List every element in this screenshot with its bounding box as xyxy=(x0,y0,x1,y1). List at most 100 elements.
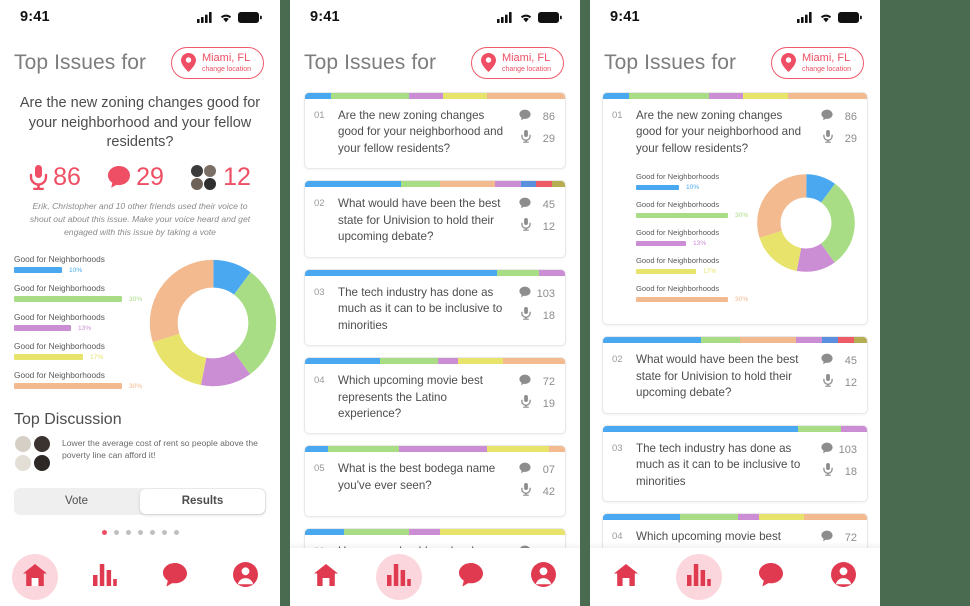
home-icon xyxy=(22,563,48,592)
friends-note: Erik, Christopher and 10 other friends u… xyxy=(29,200,251,238)
segment xyxy=(401,181,441,188)
toggle-results[interactable]: Results xyxy=(140,488,265,514)
metric-voices: 42 xyxy=(513,483,555,501)
stat-voices[interactable]: 86 xyxy=(29,163,81,192)
expanded-results: Good for Neighborhoods 10% Good for Neighb… xyxy=(603,168,867,324)
status-bar: 9:41 xyxy=(290,0,580,34)
legend-item-bar xyxy=(636,297,728,303)
location-city: Miami, FL xyxy=(501,52,551,65)
location-chip[interactable]: Miami, FL change location xyxy=(170,47,264,79)
tab-profile[interactable] xyxy=(521,554,567,600)
location-city: Miami, FL xyxy=(201,52,251,65)
tab-bar-chart[interactable] xyxy=(675,554,722,600)
tab-comment-bubble[interactable] xyxy=(152,554,198,600)
issue-question: What would have been the best state for … xyxy=(338,197,501,244)
page-dot[interactable] xyxy=(161,529,167,535)
issues-list-expanded: 01 Are the new zoning changes good for yo… xyxy=(590,86,880,564)
issue-question: The tech industry has done as much as it… xyxy=(338,285,503,332)
change-location-link[interactable]: change location xyxy=(202,66,251,73)
segment xyxy=(305,93,331,99)
stat-friends[interactable]: 12 xyxy=(190,163,251,192)
metric-voices-value: 12 xyxy=(844,377,857,390)
location-chip[interactable]: Miami, FL change location xyxy=(470,47,564,79)
chart-legend: Good for Neighborhoods 10% Good for Neighb… xyxy=(636,172,754,312)
tab-home[interactable] xyxy=(12,554,58,600)
issue-card[interactable]: 04 Which upcoming movie best represents t… xyxy=(304,357,566,435)
legend-item-label: Good for Neighborhoods xyxy=(636,172,720,182)
page-dot[interactable] xyxy=(137,529,143,535)
issue-card[interactable]: 01 Are the new zoning changes good for yo… xyxy=(602,92,868,326)
issue-segment-bar xyxy=(305,269,565,276)
battery-icon xyxy=(838,11,862,23)
issue-card[interactable]: 02 What would have been the best state fo… xyxy=(602,336,868,414)
tab-bar-chart[interactable] xyxy=(375,554,422,600)
top-discussion-row[interactable]: Lower the average cost of rent so people… xyxy=(0,434,280,472)
issue-metrics: 45 12 xyxy=(513,196,555,245)
page-dot[interactable] xyxy=(113,529,119,535)
legend-item-percent: 30% xyxy=(129,382,143,390)
tab-home[interactable] xyxy=(303,554,349,600)
comment-bubble-icon xyxy=(519,108,531,126)
bottom-tab-bar xyxy=(0,548,280,606)
legend-item: Good for Neighborhoods 30% xyxy=(14,370,146,390)
stat-comments[interactable]: 29 xyxy=(107,163,164,192)
phone-panel-1: 9:41 Top Issues for Miami, FL change loc… xyxy=(0,0,280,606)
segment xyxy=(603,337,701,344)
legend-item-label: Good for Neighborhoods xyxy=(636,200,720,210)
phone-panel-2: 9:41 Top Issues for Miami, FL change loc… xyxy=(290,0,580,606)
tab-bar-chart[interactable] xyxy=(82,554,128,600)
issue-card[interactable]: 03 The tech industry has done as much as … xyxy=(304,268,566,347)
app-header: Top Issues for Miami, FL change location xyxy=(590,34,880,86)
screenshot-root: 9:41 Top Issues for Miami, FL change loc… xyxy=(0,0,970,606)
page-dot[interactable] xyxy=(149,529,155,535)
issue-card[interactable]: 01 Are the new zoning changes good for yo… xyxy=(304,92,566,170)
segment xyxy=(380,358,438,365)
map-pin-icon xyxy=(780,53,796,73)
metric-comments-value: 07 xyxy=(542,464,555,477)
issue-card[interactable]: 05 What is the best bodega name you've ev… xyxy=(304,445,566,518)
metric-comments-value: 45 xyxy=(542,199,555,212)
metric-comments: 45 xyxy=(513,196,555,214)
metric-comments: 45 xyxy=(815,352,857,370)
segment xyxy=(740,337,796,344)
issue-metrics: 07 42 xyxy=(513,461,555,505)
location-chip[interactable]: Miami, FL change location xyxy=(770,47,864,79)
microphone-icon xyxy=(521,395,531,413)
legend-item-percent: 30% xyxy=(129,295,143,303)
page-dot[interactable] xyxy=(101,529,107,535)
issue-segment-bar xyxy=(603,93,867,99)
legend-item-percent: 10% xyxy=(69,266,83,274)
segment xyxy=(603,425,799,432)
panel-divider xyxy=(580,0,590,606)
metric-voices-value: 18 xyxy=(844,465,857,478)
page-dot[interactable] xyxy=(173,529,179,535)
segment xyxy=(305,358,381,365)
cellular-signal-icon xyxy=(197,11,212,23)
comment-bubble-icon xyxy=(519,461,531,479)
tab-comment-bubble[interactable] xyxy=(448,554,494,600)
tab-comment-bubble[interactable] xyxy=(748,554,794,600)
status-bar-time: 9:41 xyxy=(20,9,50,25)
legend-item-bar xyxy=(636,213,728,219)
friends-group-icon xyxy=(191,164,217,190)
wifi-icon xyxy=(820,14,832,22)
issue-card[interactable]: 03 The tech industry has done as much as … xyxy=(602,424,868,503)
toggle-vote[interactable]: Vote xyxy=(14,488,139,515)
change-location-link[interactable]: change location xyxy=(802,66,851,73)
tab-profile[interactable] xyxy=(222,554,268,600)
metric-comments-value: 86 xyxy=(844,111,857,123)
tab-home[interactable] xyxy=(603,554,649,600)
legend-item: Good for Neighborhoods 10% xyxy=(636,172,754,191)
change-location-link[interactable]: change location xyxy=(502,66,551,73)
segment xyxy=(486,446,550,453)
tab-profile[interactable] xyxy=(821,554,867,600)
comment-bubble-icon xyxy=(821,441,833,459)
avatar xyxy=(14,453,32,472)
legend-item-bar xyxy=(14,325,71,332)
stat-comments-value: 29 xyxy=(136,162,164,191)
page-dots[interactable] xyxy=(0,515,280,535)
issue-card[interactable]: 02 What would have been the best state fo… xyxy=(304,180,566,258)
status-bar: 9:41 xyxy=(0,0,280,34)
page-dot[interactable] xyxy=(125,529,131,535)
vote-results-toggle[interactable]: Vote Results xyxy=(14,487,266,515)
